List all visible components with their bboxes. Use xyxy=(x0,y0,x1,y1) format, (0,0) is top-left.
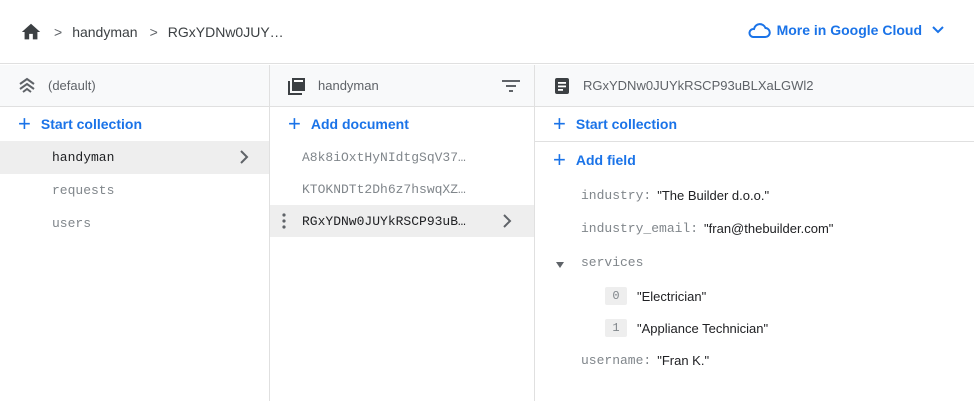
array-item[interactable]: 0 "Electrician" xyxy=(605,287,706,305)
field-services[interactable]: services xyxy=(581,255,643,270)
more-in-google-cloud-label: More in Google Cloud xyxy=(776,22,922,38)
start-collection-label: Start collection xyxy=(575,116,677,132)
chevron-right-icon xyxy=(503,214,512,228)
field-value: "Fran K." xyxy=(657,353,710,368)
field-username[interactable]: username: "Fran K." xyxy=(581,353,709,368)
document-id: RGxYDNw0JUYkRSCP93uB… xyxy=(302,213,466,229)
document-item[interactable]: A8k8iOxtHyNIdtgSqV37… xyxy=(270,141,534,173)
field-value: "fran@thebuilder.com" xyxy=(704,221,834,236)
array-item[interactable]: 1 "Appliance Technician" xyxy=(605,319,768,337)
chevron-down-icon xyxy=(932,26,944,34)
plus-icon: + xyxy=(553,111,566,136)
chevron-right-icon xyxy=(240,150,249,164)
root-panel-header: (default) xyxy=(0,65,269,107)
collection-item-requests[interactable]: requests xyxy=(0,174,269,207)
root-panel-title: (default) xyxy=(48,78,96,93)
document-item-selected[interactable]: RGxYDNw0JUYkRSCP93uB… xyxy=(270,205,534,237)
plus-icon: + xyxy=(288,111,301,136)
field-key: username: xyxy=(581,353,652,368)
breadcrumb-separator-icon: > xyxy=(149,24,158,40)
home-icon[interactable] xyxy=(20,21,42,43)
collection-panel-header: handyman xyxy=(270,65,534,107)
document-id: A8k8iOxtHyNIdtgSqV37… xyxy=(302,149,466,165)
database-icon xyxy=(19,77,35,93)
collection-item-label: users xyxy=(52,216,92,231)
field-key: services xyxy=(581,255,644,270)
breadcrumb: > handyman > RGxYDNw0JUY… xyxy=(20,21,284,43)
field-key: industry: xyxy=(581,188,652,203)
more-in-google-cloud-button[interactable]: More in Google Cloud xyxy=(747,21,944,39)
start-collection-button[interactable]: + Start collection xyxy=(0,107,269,141)
document-icon xyxy=(555,77,569,94)
field-key: industry_email: xyxy=(581,221,699,236)
breadcrumb-item-handyman[interactable]: handyman xyxy=(72,24,137,40)
document-id: KTOKNDTt2Dh6z7hswqXZ… xyxy=(302,181,466,197)
collection-icon xyxy=(288,77,305,95)
array-index: 1 xyxy=(605,319,627,337)
breadcrumb-separator-icon: > xyxy=(54,24,63,40)
field-industry-email[interactable]: industry_email: "fran@thebuilder.com" xyxy=(581,221,833,236)
document-panel: RGxYDNw0JUYkRSCP93uBLXaLGWl2 + Start col… xyxy=(535,65,974,401)
plus-icon: + xyxy=(18,111,31,136)
caret-down-icon[interactable] xyxy=(555,261,565,269)
field-value: "Appliance Technician" xyxy=(637,320,769,336)
collection-item-handyman[interactable]: handyman xyxy=(0,141,269,174)
top-bar: > handyman > RGxYDNw0JUY… More in Google… xyxy=(0,0,974,64)
array-index: 0 xyxy=(605,287,627,305)
collection-item-label: requests xyxy=(52,183,115,198)
collection-item-users[interactable]: users xyxy=(0,207,269,240)
cloud-icon xyxy=(748,23,771,38)
add-field-button[interactable]: + Add field xyxy=(535,141,974,177)
breadcrumb-item-document[interactable]: RGxYDNw0JUY… xyxy=(168,24,284,40)
start-collection-label: Start collection xyxy=(40,116,142,132)
document-item[interactable]: KTOKNDTt2Dh6z7hswqXZ… xyxy=(270,173,534,205)
more-vert-icon[interactable] xyxy=(282,213,286,229)
field-value: "The Builder d.o.o." xyxy=(657,188,770,203)
collection-panel-title: handyman xyxy=(318,78,379,93)
document-panel-title: RGxYDNw0JUYkRSCP93uBLXaLGWl2 xyxy=(583,78,814,93)
filter-icon[interactable] xyxy=(502,78,520,94)
root-panel: (default) + Start collection handyman re… xyxy=(0,65,270,401)
start-subcollection-button[interactable]: + Start collection xyxy=(535,107,974,141)
collection-panel: handyman + Add document A8k8iOxtHyNIdtgS… xyxy=(270,65,535,401)
plus-icon: + xyxy=(553,146,566,172)
add-document-label: Add document xyxy=(310,116,409,132)
field-value: "Electrician" xyxy=(637,288,707,304)
collection-item-label: handyman xyxy=(52,150,115,165)
add-field-label: Add field xyxy=(575,151,636,168)
document-panel-header: RGxYDNw0JUYkRSCP93uBLXaLGWl2 xyxy=(535,65,974,107)
add-document-button[interactable]: + Add document xyxy=(270,107,534,141)
field-industry[interactable]: industry: "The Builder d.o.o." xyxy=(581,188,769,203)
